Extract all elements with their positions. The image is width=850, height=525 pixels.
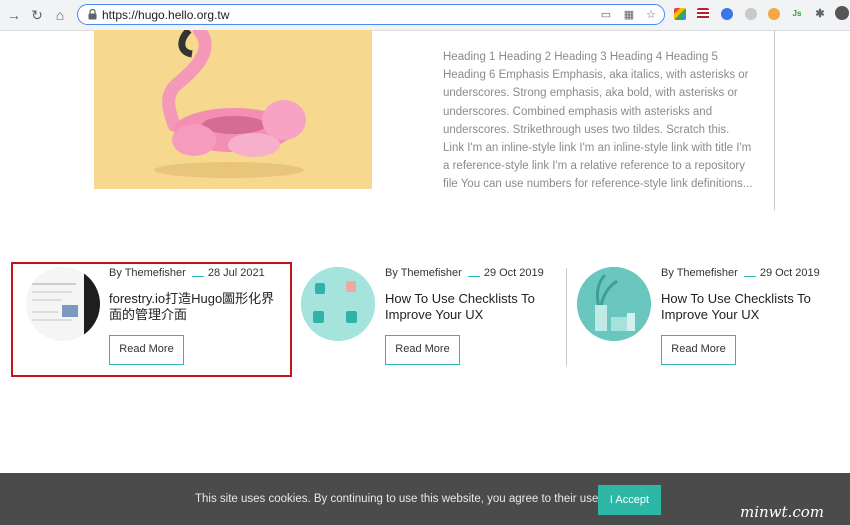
post-title[interactable]: How To Use Checklists To Improve Your UX (385, 291, 560, 323)
post-meta: By Themefisher 29 Oct 2019 (385, 267, 544, 279)
post-title[interactable]: How To Use Checklists To Improve Your UX (661, 291, 836, 323)
extension-colorful-icon[interactable] (674, 8, 686, 20)
profile-avatar[interactable] (835, 6, 849, 20)
address-bar[interactable]: https://hugo.hello.org.tw ▭ ▦ ☆ (77, 4, 665, 25)
divider (566, 268, 567, 366)
cast-icon[interactable]: ▭ (600, 9, 612, 21)
post-date: 29 Oct 2019 (759, 267, 820, 279)
meta-separator (743, 270, 756, 277)
post-author: By Themefisher (661, 267, 738, 279)
divider (774, 30, 775, 210)
lock-icon (88, 9, 97, 20)
extension-moon-icon[interactable] (745, 8, 757, 20)
post-date: 29 Oct 2019 (483, 267, 544, 279)
browser-toolbar: → ↻ ⌂ https://hugo.hello.org.tw ▭ ▦ ☆ Js… (0, 0, 850, 31)
read-more-button[interactable]: Read More (661, 335, 736, 365)
featured-post-excerpt: Heading 1 Heading 2 Heading 3 Heading 4 … (443, 51, 753, 191)
extension-js-icon[interactable]: Js (791, 8, 803, 20)
cookie-banner: This site uses cookies. By continuing to… (0, 473, 850, 525)
extension-shield-icon[interactable] (721, 8, 733, 20)
puzzle-icon[interactable]: ✱ (814, 8, 826, 20)
star-icon[interactable]: ☆ (645, 9, 657, 21)
back-arrow-icon[interactable]: → (6, 7, 22, 23)
post-card-3: By Themefisher 29 Oct 2019 How To Use Che… (577, 262, 850, 378)
url-text: https://hugo.hello.org.tw (102, 8, 230, 22)
extension-emoji-icon[interactable] (768, 8, 780, 20)
post-author: By Themefisher (385, 267, 462, 279)
post-thumbnail[interactable] (301, 267, 375, 341)
meta-separator (467, 270, 480, 277)
post-card-2: By Themefisher 29 Oct 2019 How To Use Che… (301, 262, 577, 378)
post-meta: By Themefisher 29 Oct 2019 (661, 267, 820, 279)
read-more-button[interactable]: Read More (385, 335, 460, 365)
watermark: minwt.com (740, 503, 824, 521)
flamingo-float-illustration (154, 30, 306, 178)
post-thumbnail[interactable] (577, 267, 651, 341)
cookie-message: This site uses cookies. By continuing to… (195, 493, 602, 505)
accept-cookies-button[interactable]: I Accept (598, 485, 661, 515)
highlight-box (11, 262, 292, 377)
featured-post-image[interactable] (94, 30, 372, 189)
home-icon[interactable]: ⌂ (52, 7, 68, 23)
qr-code-icon[interactable]: ▦ (623, 9, 635, 21)
reload-icon[interactable]: ↻ (29, 7, 45, 23)
flag-us-icon[interactable] (697, 8, 709, 20)
